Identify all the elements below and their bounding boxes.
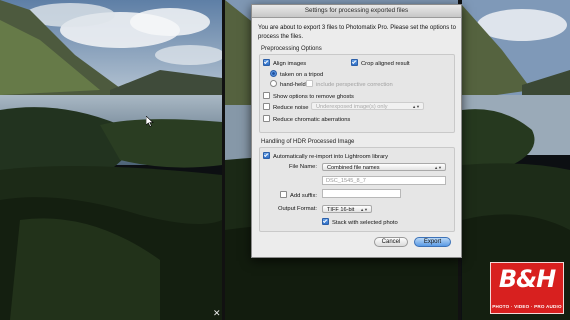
chevron-updown-icon: ▲▼ bbox=[360, 207, 368, 212]
dialog-intro-text: You are about to export 3 files to Photo… bbox=[258, 25, 456, 40]
align-images-checkbox[interactable]: Align images bbox=[263, 59, 306, 68]
mouse-cursor-icon bbox=[145, 114, 154, 132]
bh-logo: B&H PHOTO · VIDEO · PRO AUDIO bbox=[490, 262, 564, 314]
checkbox-icon[interactable] bbox=[280, 191, 287, 198]
close-icon[interactable]: ✕ bbox=[213, 309, 221, 319]
bh-logo-mark: B&H bbox=[498, 265, 556, 293]
checkbox-icon[interactable] bbox=[263, 115, 270, 122]
stack-label: Stack with selected photo bbox=[332, 220, 398, 226]
noise-option-value: Underexposed image(s) only bbox=[316, 104, 388, 110]
preprocessing-heading: Preprocessing Options bbox=[261, 46, 322, 52]
dialog-title: Settings for processing exported files bbox=[252, 5, 461, 18]
radio-icon[interactable] bbox=[270, 80, 277, 87]
file-name-select[interactable]: Combined file names ▲▼ bbox=[322, 163, 446, 171]
export-button[interactable]: Export bbox=[414, 237, 451, 247]
chevron-updown-icon: ▲▼ bbox=[412, 104, 420, 109]
landscape-photo bbox=[0, 0, 222, 320]
crop-aligned-checkbox[interactable]: Crop aligned result bbox=[351, 59, 410, 68]
bh-logo-tagline: PHOTO · VIDEO · PRO AUDIO bbox=[492, 304, 562, 309]
include-perspective-label: include perspective correction bbox=[316, 82, 393, 88]
taken-on-tripod-label: taken on a tripod bbox=[280, 72, 324, 78]
file-name-preview-field[interactable]: DSC_1545_8_7 bbox=[322, 176, 446, 185]
checkbox-icon[interactable] bbox=[263, 152, 270, 159]
noise-option-select[interactable]: Underexposed image(s) only ▲▼ bbox=[311, 102, 424, 110]
auto-reimport-label: Automatically re-import into Lightroom l… bbox=[273, 154, 389, 160]
auto-reimport-checkbox[interactable]: Automatically re-import into Lightroom l… bbox=[263, 152, 388, 161]
file-name-label: File Name: bbox=[288, 164, 317, 170]
hand-held-label: hand-held bbox=[280, 82, 306, 88]
add-suffix-label: Add suffix: bbox=[290, 193, 317, 199]
align-images-label: Align images bbox=[273, 61, 307, 67]
checkbox-icon[interactable] bbox=[306, 80, 313, 87]
include-perspective-checkbox[interactable]: include perspective correction bbox=[306, 80, 393, 89]
file-name-value: Combined file names bbox=[327, 165, 380, 171]
hdr-heading: Handling of HDR Processed Image bbox=[261, 139, 355, 145]
checkbox-icon[interactable] bbox=[322, 218, 329, 225]
checkbox-icon[interactable] bbox=[351, 59, 358, 66]
suffix-input[interactable] bbox=[322, 189, 401, 198]
cancel-button[interactable]: Cancel bbox=[374, 237, 408, 247]
checkbox-icon[interactable] bbox=[263, 103, 270, 110]
remove-ghosts-label: Show options to remove ghosts bbox=[273, 94, 354, 100]
stack-checkbox[interactable]: Stack with selected photo bbox=[322, 218, 398, 227]
crop-aligned-label: Crop aligned result bbox=[361, 61, 410, 67]
checkbox-icon[interactable] bbox=[263, 92, 270, 99]
reduce-noise-checkbox[interactable]: Reduce noise bbox=[263, 103, 308, 112]
add-suffix-checkbox[interactable]: Add suffix: bbox=[280, 191, 317, 200]
remove-ghosts-checkbox[interactable]: Show options to remove ghosts bbox=[263, 92, 354, 101]
chevron-updown-icon: ▲▼ bbox=[434, 165, 442, 170]
hand-held-radio[interactable]: hand-held bbox=[270, 80, 306, 89]
radio-icon[interactable] bbox=[270, 70, 277, 77]
taken-on-tripod-radio[interactable]: taken on a tripod bbox=[270, 70, 323, 79]
reduce-chromatic-checkbox[interactable]: Reduce chromatic aberrations bbox=[263, 115, 350, 124]
export-settings-dialog: Settings for processing exported files Y… bbox=[251, 4, 462, 258]
output-format-label: Output Format: bbox=[278, 206, 317, 212]
output-format-select[interactable]: TIFF 16-bit ▲▼ bbox=[322, 205, 372, 213]
checkbox-icon[interactable] bbox=[263, 59, 270, 66]
output-format-value: TIFF 16-bit bbox=[327, 207, 355, 213]
reduce-noise-label: Reduce noise bbox=[273, 105, 309, 111]
left-photo-panel bbox=[0, 0, 222, 320]
reduce-chromatic-label: Reduce chromatic aberrations bbox=[273, 117, 351, 123]
